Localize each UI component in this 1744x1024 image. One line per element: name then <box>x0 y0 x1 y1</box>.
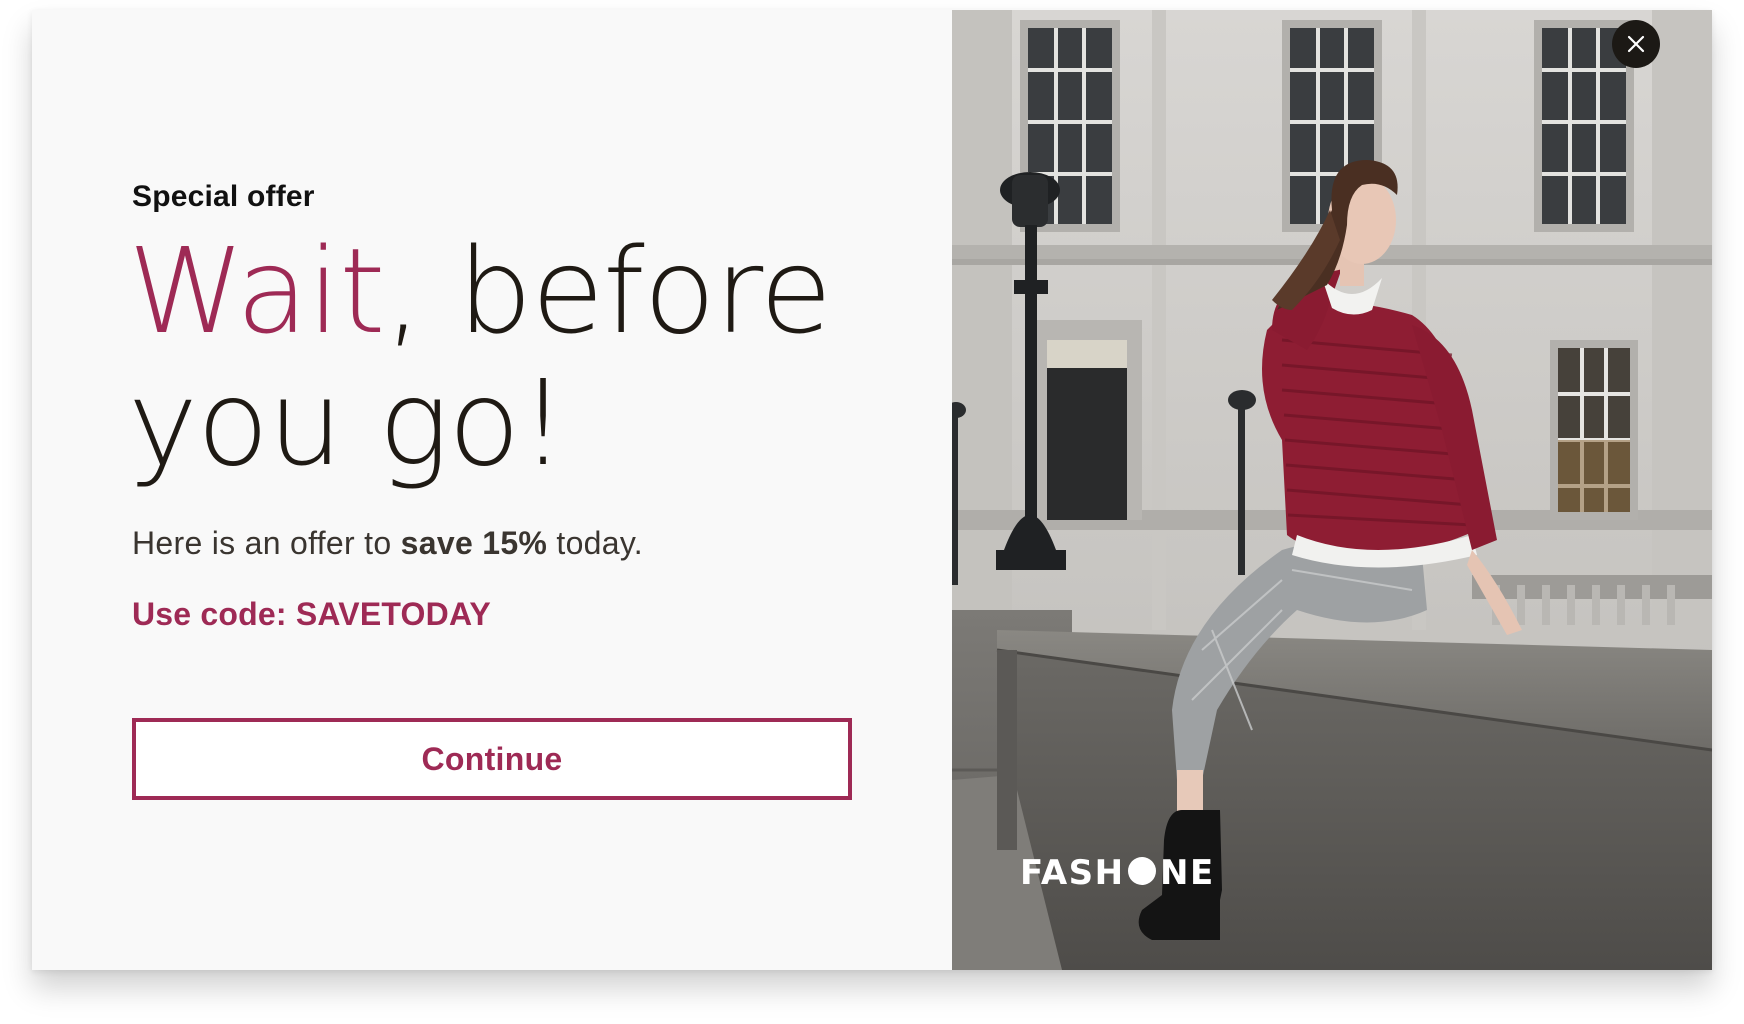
headline-rest: , before <box>384 222 833 360</box>
continue-button[interactable]: Continue <box>132 718 852 800</box>
promo-code: Use code: SAVETODAY <box>132 596 491 632</box>
fashion-photo-illustration <box>952 10 1712 970</box>
svg-text:NE: NE <box>1160 853 1215 892</box>
close-button[interactable] <box>1612 20 1660 68</box>
headline: Wait, before you go! <box>128 225 918 489</box>
headline-line2: you go! <box>128 354 567 492</box>
close-icon <box>1627 35 1645 53</box>
offer-prefix: Here is an offer to <box>132 525 401 561</box>
product-photo <box>952 10 1712 970</box>
offer-content-panel: Special offer Wait, before you go! Here i… <box>32 10 952 970</box>
offer-description: Here is an offer to save 15% today. <box>132 525 643 562</box>
offer-highlight: save 15% <box>400 525 548 561</box>
eyebrow-label: Special offer <box>132 180 315 213</box>
brand-logo-mark: FASH NE <box>1020 853 1215 892</box>
svg-text:FASH: FASH <box>1020 853 1125 892</box>
offer-suffix: today. <box>547 525 643 561</box>
headline-accent: Wait <box>128 222 385 360</box>
offer-modal: Special offer Wait, before you go! Here i… <box>32 10 1712 970</box>
brand-logo: FASH NE <box>1020 852 1220 892</box>
